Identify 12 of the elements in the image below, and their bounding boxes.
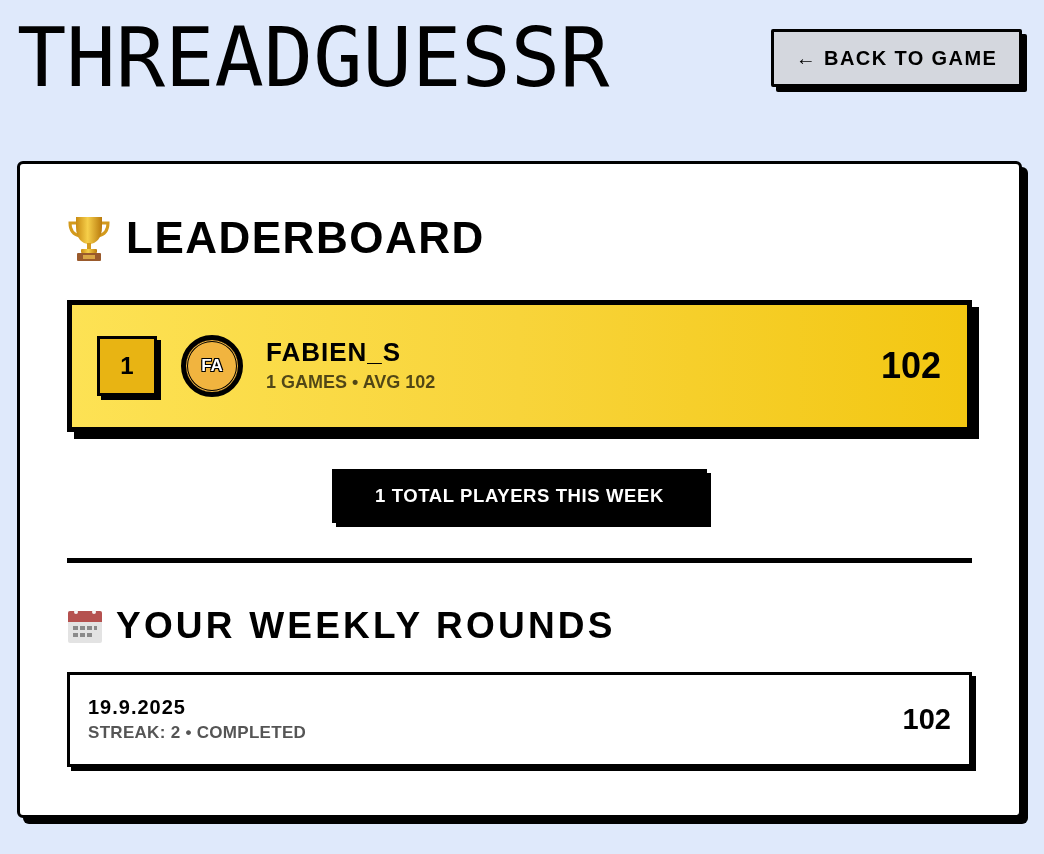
round-score: 102 (902, 703, 951, 737)
trophy-icon (67, 215, 111, 262)
player-avatar: FA (181, 334, 243, 397)
player-stats: 1 GAMES • AVG 102 (266, 372, 437, 394)
app-logo: THREADGUESSR (17, 17, 610, 99)
round-details: STREAK: 2 • COMPLETED (88, 723, 307, 744)
weekly-rounds-title: YOUR WEEKLY ROUNDS (116, 603, 616, 648)
player-name: FABIEN_S (266, 337, 403, 367)
round-date: 19.9.2025 (88, 696, 187, 719)
leaderboard-title: LEADERBOARD (126, 212, 485, 264)
calendar-icon (67, 608, 103, 644)
player-score: 102 (880, 344, 941, 387)
